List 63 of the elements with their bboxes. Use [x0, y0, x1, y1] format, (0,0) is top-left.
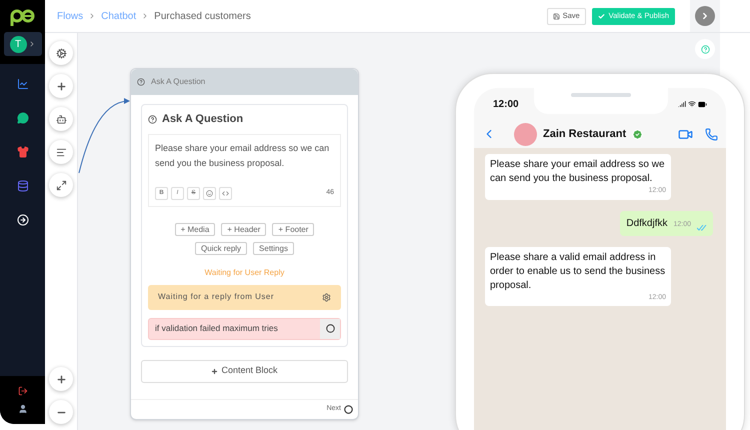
emoji-icon — [206, 190, 213, 196]
question-node[interactable] — [130, 68, 359, 420]
double-check-icon — [697, 224, 707, 230]
connector-handle-icon[interactable] — [326, 324, 334, 333]
validation-box[interactable]: if validation failed maximum tries — [148, 318, 341, 340]
chart-icon[interactable] — [16, 78, 28, 90]
emoji-button[interactable] — [203, 186, 216, 200]
shirt-icon[interactable] — [16, 146, 28, 158]
question-icon — [700, 44, 710, 54]
settings-button[interactable] — [49, 41, 73, 65]
message-text: Please share a valid email address in order to enable us to send the business proposal. — [490, 250, 666, 292]
expand-icon — [56, 180, 66, 190]
contact-avatar — [514, 122, 537, 146]
option-button[interactable]: Quick reply — [195, 242, 248, 254]
plus-icon — [56, 80, 66, 92]
node-header-title: Ask A Question — [151, 76, 206, 88]
card-title: Ask A Question — [162, 112, 244, 127]
message-text: Ddfkdjfkk — [626, 216, 668, 230]
logout-icon[interactable] — [18, 386, 28, 396]
plus-icon — [56, 374, 66, 384]
check-icon — [598, 12, 605, 20]
chevron-icon — [700, 11, 710, 21]
gear-icon[interactable] — [322, 292, 331, 302]
wifi-icon — [688, 100, 696, 108]
align-button[interactable] — [49, 140, 73, 164]
question-icon — [148, 114, 157, 124]
option-button[interactable]: Settings — [253, 242, 294, 254]
content-block-button[interactable]: Content Block — [141, 360, 348, 382]
waiting-reply-text: Waiting for a reply from User — [158, 291, 276, 303]
battery-icon — [698, 100, 707, 108]
phone-call-icon[interactable] — [705, 128, 718, 140]
status-time: 12:00 — [493, 98, 519, 112]
collapse-button[interactable] — [695, 6, 715, 26]
add-element-button[interactable]: + Footer — [272, 222, 314, 236]
contact-name: Zain Restaurant — [543, 126, 626, 142]
zoom-in-button[interactable] — [49, 367, 73, 391]
code-icon — [222, 190, 229, 196]
message-text: Please share your email address so we can send you the business proposal. — [490, 158, 666, 186]
add-element-button[interactable]: + Media — [174, 222, 216, 236]
message-text: Please share your email address so we can send you the business proposal. — [155, 142, 330, 170]
add-button[interactable] — [49, 74, 73, 98]
user-avatar: T — [10, 36, 26, 52]
chat-icon[interactable] — [16, 112, 28, 124]
logo-icon — [10, 8, 36, 26]
arrow-circle-icon[interactable] — [16, 214, 28, 226]
verified-icon — [632, 128, 644, 140]
question-icon — [137, 78, 145, 86]
plus-icon — [211, 368, 218, 374]
expand-button[interactable] — [49, 173, 73, 197]
add-element-button[interactable]: + Header — [221, 222, 266, 236]
robot-icon — [56, 114, 66, 124]
user-icon[interactable] — [18, 404, 28, 414]
code-button[interactable] — [219, 186, 232, 200]
next-handle-icon[interactable] — [344, 405, 353, 414]
database-icon[interactable] — [16, 180, 28, 192]
gears-icon — [56, 48, 66, 58]
signal-icon — [678, 100, 686, 108]
align-left-icon — [56, 146, 66, 158]
validation-text: if validation failed maximum tries — [155, 322, 279, 335]
waiting-label: Waiting for User Reply — [204, 266, 284, 278]
waiting-reply-box[interactable]: Waiting for a reply from User — [148, 284, 341, 310]
breadcrumb-current: Purchased customers — [154, 10, 251, 24]
robot-button[interactable] — [49, 107, 73, 131]
